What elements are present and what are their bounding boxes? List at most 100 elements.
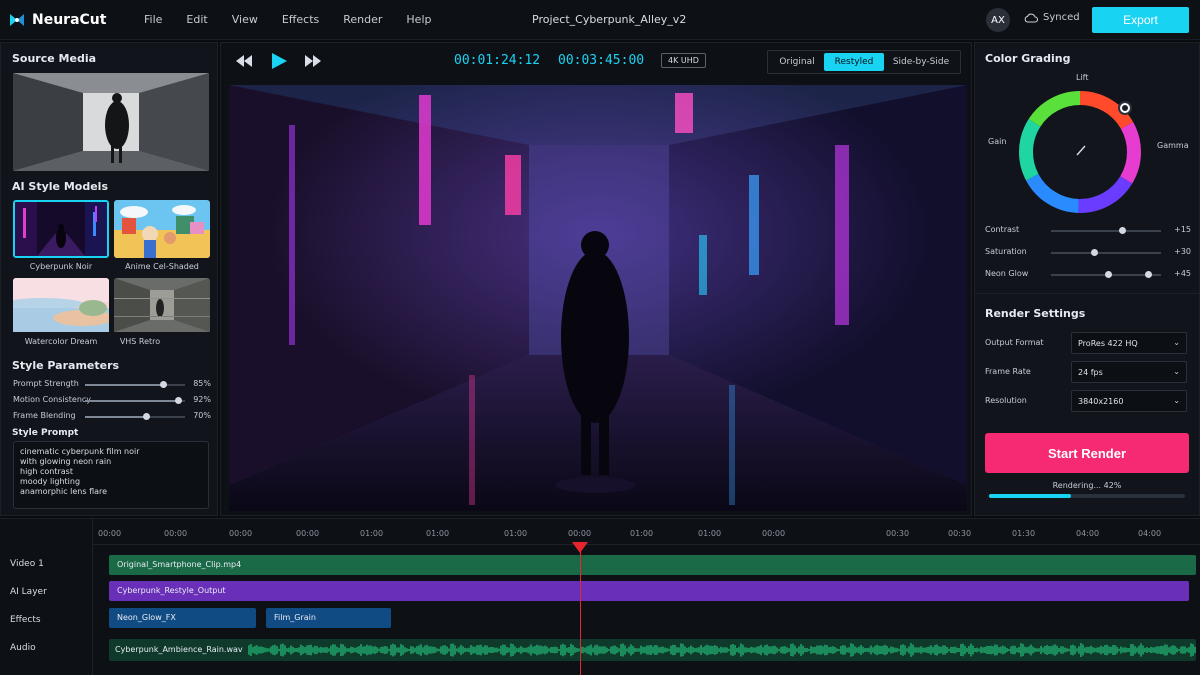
param-value: 85% — [193, 379, 211, 388]
waveform-path — [248, 643, 1196, 657]
slider-knob[interactable] — [1105, 271, 1112, 278]
slider-knob[interactable] — [160, 381, 167, 388]
output-format-value: ProRes 422 HQ — [1078, 339, 1138, 348]
style-label-cyberpunk: Cyberpunk Noir — [29, 262, 93, 271]
view-mode-side-by-side[interactable]: Side-by-Side — [884, 53, 958, 71]
track-label-effects: Effects — [10, 615, 41, 625]
ruler-tick: 04:00 — [1076, 529, 1100, 538]
menu-file[interactable]: File — [132, 13, 174, 26]
ruler-tick: 00:00 — [164, 529, 188, 538]
audio-waveform — [248, 643, 1196, 657]
start-render-button[interactable]: Start Render — [985, 433, 1189, 473]
play-icon[interactable] — [270, 52, 288, 70]
style-card-watercolor-dream[interactable] — [13, 278, 109, 336]
ruler-tick: 04:00 — [1138, 529, 1162, 538]
fast-forward-icon[interactable] — [304, 55, 322, 67]
saturation-label: Saturation — [985, 247, 1027, 256]
output-format-select[interactable]: ProRes 422 HQ ⌄ — [1071, 332, 1187, 354]
contrast-label: Contrast — [985, 225, 1020, 234]
prompt-strength-slider[interactable] — [85, 381, 185, 388]
style-prompt-textarea[interactable]: cinematic cyberpunk film noir with glowi… — [13, 441, 209, 509]
slider-knob[interactable] — [175, 397, 182, 404]
source-media-title: Source Media — [12, 52, 97, 65]
contrast-row: Contrast +15 — [985, 225, 1191, 237]
playhead[interactable] — [580, 543, 581, 675]
frame-rate-select[interactable]: 24 fps ⌄ — [1071, 361, 1187, 383]
source-media-thumbnail[interactable] — [13, 73, 209, 171]
logo: NeuraCut — [8, 11, 128, 29]
style-label-vhs: VHS Retro — [119, 337, 161, 346]
export-button[interactable]: Export — [1092, 7, 1189, 33]
rewind-icon[interactable] — [235, 55, 253, 67]
cyberpunk-thumb-image — [15, 202, 107, 256]
style-prompt-title: Style Prompt — [12, 428, 79, 438]
timecode-total: 00:03:45:00 — [558, 53, 645, 68]
anime-thumb-image — [114, 200, 210, 258]
slider-knob[interactable] — [1091, 249, 1098, 256]
color-wheel[interactable] — [1015, 87, 1145, 217]
app-window: NeuraCut File Edit View Effects Render H… — [0, 0, 1200, 675]
preview-frame-image — [229, 85, 967, 511]
param-frame-blending: Frame Blending 70% — [13, 411, 211, 423]
video-preview[interactable] — [229, 85, 967, 511]
menu-render[interactable]: Render — [331, 13, 394, 26]
view-mode-restyled[interactable]: Restyled — [824, 53, 884, 71]
view-mode-toggle: Original Restyled Side-by-Side — [767, 50, 961, 74]
neon-glow-value: +45 — [1174, 269, 1191, 278]
contrast-slider[interactable] — [1051, 227, 1161, 234]
style-card-vhs-retro[interactable] — [114, 278, 210, 336]
time-ruler[interactable]: 00:00 00:00 00:00 00:00 01:00 01:00 01:00 00:00… — [92, 519, 1200, 545]
ruler-tick: 01:00 — [698, 529, 722, 538]
render-settings-title: Render Settings — [985, 307, 1086, 320]
clip-film-grain[interactable]: Film_Grain — [266, 608, 391, 628]
param-motion-consistency: Motion Consistency 92% — [13, 395, 211, 407]
divider — [975, 293, 1200, 294]
logo-icon — [10, 13, 24, 26]
clip-video[interactable]: Original_Smartphone_Clip.mp4 — [109, 555, 1196, 575]
view-mode-original[interactable]: Original — [770, 53, 824, 71]
style-card-cyberpunk-noir[interactable] — [13, 200, 109, 258]
menu-effects[interactable]: Effects — [270, 13, 331, 26]
transport-bar: 00:01:24:12 00:03:45:00 4K UHD Original … — [221, 43, 973, 81]
menu-view[interactable]: View — [220, 13, 270, 26]
style-card-anime-cel-shaded[interactable] — [114, 200, 210, 258]
ruler-tick: 00:00 — [229, 529, 253, 538]
cloud-icon — [1024, 13, 1038, 23]
ruler-tick: 00:00 — [296, 529, 320, 538]
ruler-tick: 00:00 — [98, 529, 122, 538]
frame-blending-slider[interactable] — [85, 413, 185, 420]
output-format-label: Output Format — [985, 338, 1044, 347]
slider-knob[interactable] — [1119, 227, 1126, 234]
track-label-ai: AI Layer — [10, 587, 47, 597]
menu-help[interactable]: Help — [394, 13, 443, 26]
clip-audio[interactable]: Cyberpunk_Ambience_Rain.wav — [109, 639, 1196, 661]
wheel-label-gamma: Gamma — [1157, 141, 1189, 150]
ruler-tick: 01:00 — [630, 529, 654, 538]
preview-panel: 00:01:24:12 00:03:45:00 4K UHD Original … — [220, 42, 972, 516]
motion-consistency-slider[interactable] — [85, 397, 185, 404]
slider-knob[interactable] — [143, 413, 150, 420]
ruler-tick: 00:30 — [886, 529, 910, 538]
neon-glow-slider[interactable] — [1051, 271, 1161, 278]
ai-style-models-title: AI Style Models — [12, 180, 109, 193]
output-format-row: Output Format ProRes 422 HQ ⌄ — [985, 332, 1191, 354]
sync-status: Synced — [1024, 12, 1080, 23]
resolution-select[interactable]: 3840x2160 ⌄ — [1071, 390, 1187, 412]
slider-knob-secondary[interactable] — [1145, 271, 1152, 278]
frame-rate-row: Frame Rate 24 fps ⌄ — [985, 361, 1191, 383]
resolution-label: Resolution — [985, 396, 1027, 405]
avatar[interactable]: AX — [986, 8, 1010, 32]
param-value: 70% — [193, 411, 211, 420]
saturation-value: +30 — [1174, 247, 1191, 256]
menu-edit[interactable]: Edit — [174, 13, 219, 26]
resolution-value: 3840x2160 — [1078, 397, 1124, 406]
clip-neon-glow[interactable]: Neon_Glow_FX — [109, 608, 256, 628]
track-label-audio: Audio — [10, 643, 36, 653]
menu-bar: File Edit View Effects Render Help — [132, 13, 443, 26]
render-progress-label: Rendering... 42% — [1052, 481, 1122, 490]
saturation-slider[interactable] — [1051, 249, 1161, 256]
param-label: Prompt Strength — [13, 379, 79, 388]
chevron-down-icon: ⌄ — [1173, 367, 1180, 376]
clip-ai-layer[interactable]: Cyberpunk_Restyle_Output — [109, 581, 1189, 601]
param-label: Frame Blending — [13, 411, 76, 420]
